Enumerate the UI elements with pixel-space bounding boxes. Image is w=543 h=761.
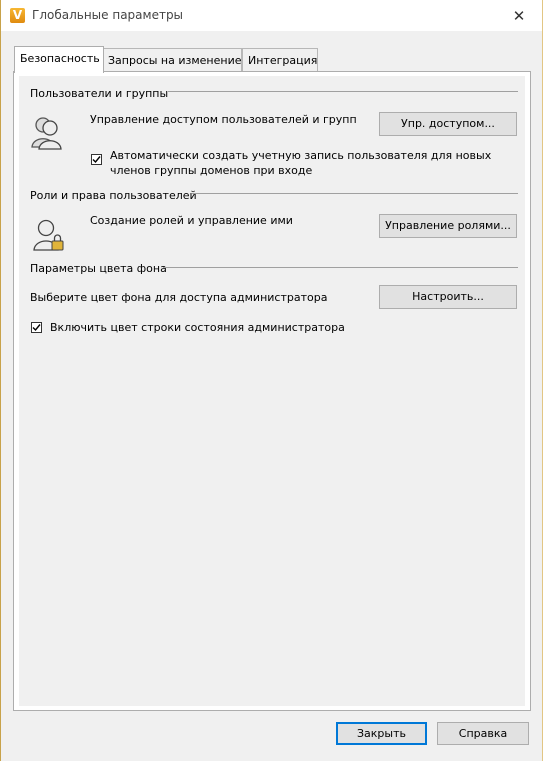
section-roles-heading: Роли и права пользователей [30, 189, 197, 202]
manage-access-button[interactable]: Упр. доступом... [379, 112, 517, 136]
background-description: Выберите цвет фона для доступа администр… [30, 291, 328, 304]
section-users-groups-heading: Пользователи и группы [30, 87, 169, 100]
admin-status-color-checkbox[interactable] [31, 322, 42, 333]
admin-status-color-label: Включить цвет строки состояния администр… [50, 321, 345, 334]
auto-create-account-checkbox[interactable] [91, 154, 102, 165]
auto-create-account-label-line2: членов группы доменов при входе [110, 164, 313, 177]
users-groups-description: Управление доступом пользователей и груп… [90, 113, 357, 126]
user-lock-icon [33, 219, 64, 251]
tab-change-requests[interactable]: Запросы на изменение [102, 48, 242, 72]
auto-create-account-label-line1: Автоматически создать учетную запись пол… [110, 149, 492, 162]
section-divider [192, 193, 518, 194]
app-logo-icon: V [10, 8, 25, 23]
window-title: Глобальные параметры [32, 8, 184, 22]
section-divider [163, 267, 518, 268]
window-frame-left [0, 0, 1, 761]
help-button[interactable]: Справка [437, 722, 529, 745]
close-button[interactable]: Закрыть [336, 722, 427, 745]
manage-roles-button[interactable]: Управление ролями... [379, 214, 517, 238]
section-divider [168, 91, 518, 92]
checkmark-icon [32, 324, 41, 332]
section-background-heading: Параметры цвета фона [30, 262, 167, 275]
configure-color-button[interactable]: Настроить... [379, 285, 517, 309]
tab-integration[interactable]: Интеграция [242, 48, 318, 72]
roles-description: Создание ролей и управление ими [90, 214, 293, 227]
title-bar[interactable]: V Глобальные параметры ✕ [1, 0, 542, 31]
users-group-icon [31, 117, 62, 150]
close-icon[interactable]: ✕ [500, 3, 538, 29]
tab-security[interactable]: Безопасность [14, 46, 104, 73]
checkmark-icon [92, 156, 101, 164]
